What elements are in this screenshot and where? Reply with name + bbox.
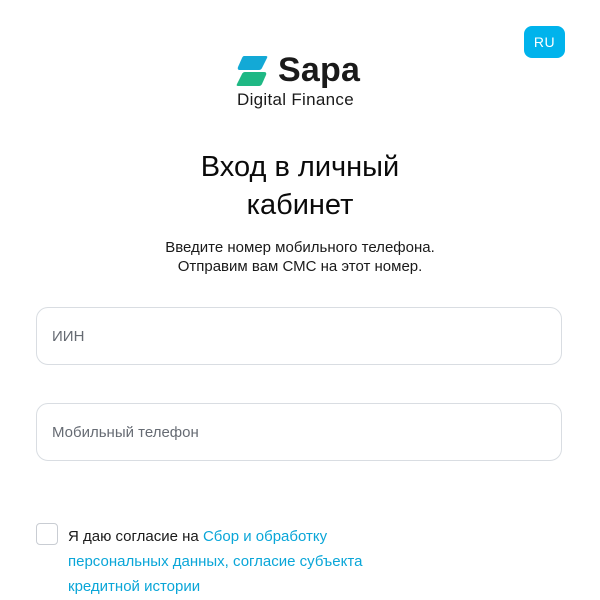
- consent-block: Я даю согласие на Сбор и обработку персо…: [36, 522, 562, 598]
- phone-input[interactable]: [52, 404, 542, 460]
- page-title-line-2: кабинет: [246, 189, 354, 221]
- consent-text-prefix: Я даю согласие на: [68, 528, 203, 545]
- brand-tagline: Digital Finance: [237, 90, 354, 109]
- page-title-line-1: Вход в личный: [200, 151, 400, 183]
- language-switch-button[interactable]: RU: [524, 26, 565, 58]
- phone-field[interactable]: [36, 403, 562, 461]
- subtitle-line-2: Отправим вам СМС на этот номер.: [177, 258, 423, 275]
- brand-name: Sapa: [278, 51, 361, 89]
- iin-field[interactable]: [36, 307, 562, 365]
- consent-text: Я даю согласие на Сбор и обработку персо…: [68, 524, 428, 599]
- iin-input[interactable]: [52, 308, 542, 364]
- page-title: Вход в личный кабинет: [150, 148, 450, 224]
- login-page: RU Sapa Digital Finance Вход в личный ка…: [0, 0, 600, 600]
- sapa-logo-mark-icon: [236, 56, 268, 86]
- sapa-logo: Sapa Digital Finance: [236, 51, 366, 110]
- consent-checkbox[interactable]: [36, 523, 58, 545]
- page-subtitle: Введите номер мобильного телефона. Отпра…: [100, 238, 500, 276]
- subtitle-line-1: Введите номер мобильного телефона.: [165, 239, 435, 256]
